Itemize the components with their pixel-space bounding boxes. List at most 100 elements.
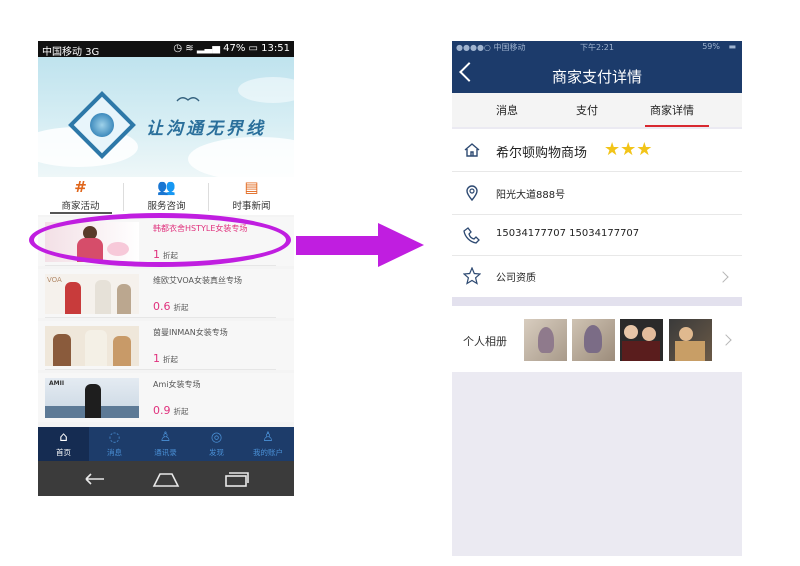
bottom-tab-bar: ⌂ 首页 ◌ 消息 ♙ 通讯录 ◎ 发现 ♙ 我的账户 [38, 427, 294, 461]
tab-label: 我的账户 [253, 448, 283, 457]
nav-header: 商家支付详情 [452, 55, 742, 93]
discount-value: 1 [153, 352, 160, 365]
user-icon: ♙ [262, 430, 274, 445]
address-row[interactable]: 阳光大道888号 [452, 172, 742, 214]
merchant-row[interactable]: 茵曼INMAN女装专场 1 折起 [38, 321, 294, 370]
tab-discover[interactable]: ◎ 发现 [191, 427, 242, 461]
merchant-row[interactable]: VOA 维欧艾VOA女装真丝专场 0.6 折起 [38, 269, 294, 318]
clock: 下午2:21 [580, 43, 614, 52]
people-icon: 👥 [157, 178, 176, 196]
recent-apps-icon[interactable] [224, 471, 250, 487]
merchant-thumbnail: AMII [45, 378, 139, 418]
merchant-discount: 0.9 折起 [153, 399, 189, 418]
battery-percent: 47% [223, 43, 246, 54]
divider [45, 369, 276, 370]
tab-label: 通讯录 [154, 448, 177, 457]
segment-tabs: 消息 支付 商家详情 [452, 93, 742, 127]
tab-label: 首页 [56, 448, 71, 457]
promo-banner[interactable]: 让沟通无界线 [38, 57, 294, 196]
merchant-address: 阳光大道888号 [496, 190, 566, 201]
battery-icon: ▬ [728, 42, 736, 51]
home-button-icon[interactable] [152, 471, 180, 487]
merchant-thumbnail: VOA [45, 274, 139, 314]
tab-messages[interactable]: 消息 [496, 102, 518, 118]
discount-unit: 折起 [173, 303, 189, 312]
merchant-discount: 0.6 折起 [153, 295, 189, 314]
battery-percent: 59% [702, 42, 720, 51]
chevron-right-icon [717, 271, 729, 283]
album-photo[interactable] [620, 319, 663, 361]
discount-value: 0.6 [153, 300, 171, 313]
quick-nav-merchant-activity[interactable]: # 商家活动 [38, 177, 123, 215]
quick-nav-label: 服务咨询 [147, 201, 186, 212]
bird-icon [176, 97, 200, 102]
rating-stars: ★★★ [604, 140, 652, 159]
merchant-discount: 1 折起 [153, 347, 178, 366]
section-spacer [452, 297, 742, 306]
tab-contacts[interactable]: ♙ 通讯录 [140, 427, 191, 461]
merchant-phone: 15034177707 15034177707 [496, 228, 640, 239]
highlight-ellipse [29, 213, 291, 267]
chat-icon: ◌ [108, 430, 121, 445]
merchant-name: Ami女装专场 [153, 380, 201, 389]
discount-unit: 折起 [173, 407, 189, 416]
status-right-group: ◷ ≋ ▂▃▅ 47% ▭ 13:51 [173, 43, 290, 54]
arrow-shaft [296, 236, 380, 255]
status-bar: 中国移动 3G ◷ ≋ ▂▃▅ 47% ▭ 13:51 [38, 41, 294, 58]
android-nav-bar [38, 461, 294, 496]
star-icon: ★ [620, 139, 637, 160]
quick-nav-service-consult[interactable]: 👥 服务咨询 [124, 177, 209, 215]
album-photo[interactable] [572, 319, 615, 361]
wifi-icon: ≋ [185, 43, 194, 54]
home-icon: ⌂ [59, 430, 68, 445]
tab-label: 消息 [107, 448, 122, 457]
contacts-icon: ♙ [159, 430, 172, 445]
back-icon[interactable] [82, 471, 108, 487]
album-label: 个人相册 [463, 335, 507, 348]
qualification-row[interactable]: 公司资质 [452, 256, 742, 297]
signal-icon: ▂▃▅ [196, 43, 220, 54]
album-photo[interactable] [669, 319, 712, 361]
carrier-label: 中国移动 3G [42, 47, 100, 58]
tab-payment[interactable]: 支付 [576, 102, 598, 118]
alarm-icon: ◷ [173, 43, 183, 54]
phone-row[interactable]: 15034177707 15034177707 [452, 215, 742, 255]
news-doc-icon: ▤ [244, 178, 259, 196]
cloud-decoration [188, 137, 294, 181]
discover-icon: ◎ [210, 430, 223, 445]
merchant-name: 希尔顿购物商场 [496, 146, 588, 161]
cloud-decoration [238, 77, 294, 103]
tab-my-account[interactable]: ♙ 我的账户 [242, 427, 294, 461]
android-phone-screen: 中国移动 3G ◷ ≋ ▂▃▅ 47% ▭ 13:51 让沟通无界线 # 商家活… [38, 41, 294, 496]
location-pin-icon [466, 185, 478, 202]
merchant-row[interactable]: AMII Ami女装专场 0.9 折起 [38, 373, 294, 422]
merchant-name: 茵曼INMAN女装专场 [153, 328, 228, 337]
arrow-head-icon [378, 223, 424, 267]
quick-nav: # 商家活动 👥 服务咨询 ▤ 时事新闻 [38, 177, 294, 215]
star-outline-icon [463, 267, 481, 285]
merchant-name: 维欧艾VOA女装真丝专场 [153, 276, 242, 285]
ios-phone-screen: ●●●●○ 中国移动 下午2:21 59% ▬ 商家支付详情 消息 支付 商家详… [452, 41, 742, 556]
quick-nav-active-underline [50, 212, 112, 214]
discount-value: 0.9 [153, 404, 171, 417]
divider [45, 317, 276, 318]
tab-label: 发现 [209, 448, 224, 457]
discount-unit: 折起 [163, 355, 178, 364]
phone-icon [463, 227, 480, 244]
home-icon [464, 143, 480, 157]
album-photo[interactable] [524, 319, 567, 361]
tab-home[interactable]: ⌂ 首页 [38, 427, 89, 461]
battery-icon: ▭ [248, 43, 258, 54]
qualification-label: 公司资质 [496, 273, 536, 284]
banner-slogan: 让沟通无界线 [146, 119, 266, 139]
star-icon: ★ [636, 139, 653, 160]
tab-messages[interactable]: ◌ 消息 [89, 427, 140, 461]
merchant-thumbnail [45, 326, 139, 366]
album-row[interactable]: 个人相册 [452, 306, 742, 372]
quick-nav-news[interactable]: ▤ 时事新闻 [209, 177, 294, 215]
chevron-right-icon [720, 334, 732, 346]
merchant-detail-card: 希尔顿购物商场 ★★★ 阳光大道888号 15034177707 1503417… [452, 129, 742, 297]
grid-hash-icon: # [74, 178, 87, 196]
star-icon: ★ [604, 139, 621, 160]
tab-merchant-details[interactable]: 商家详情 [650, 102, 694, 118]
